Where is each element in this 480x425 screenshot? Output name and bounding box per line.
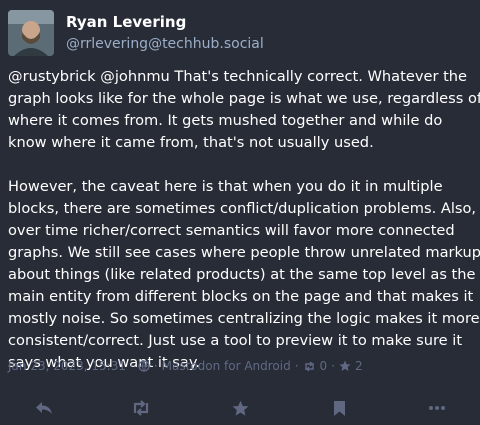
post-text-line: about things (like related products) at … xyxy=(8,266,476,283)
post-text-line: where it comes from. It gets mushed toge… xyxy=(8,112,443,129)
post-text-line: know where it came from, that's not usua… xyxy=(8,134,374,151)
boost-icon xyxy=(133,400,149,416)
post-text-line: over time richer/correct semantics will … xyxy=(8,222,455,239)
reply-button[interactable] xyxy=(34,398,54,418)
post-text-line: graph looks like for the whole page is w… xyxy=(8,90,480,107)
avatar[interactable] xyxy=(8,10,54,56)
more-button[interactable] xyxy=(427,398,447,418)
account-handle[interactable]: @rrlevering@techhub.social xyxy=(66,36,264,52)
globe-icon xyxy=(138,360,150,372)
bookmark-icon xyxy=(333,400,345,416)
more-icon xyxy=(429,406,445,410)
meta-separator: · xyxy=(294,359,299,373)
post-content: @rustybrick @johnmu That's technically c… xyxy=(8,66,480,374)
boost-count: 0 xyxy=(319,359,328,373)
post-header: Ryan Levering @rrlevering@techhub.social xyxy=(8,10,472,56)
favourite-button[interactable] xyxy=(230,398,250,418)
star-icon xyxy=(232,400,248,416)
post-text-line: However, the caveat here is that when yo… xyxy=(8,178,443,195)
post-text-line: graphs. We still see cases where people … xyxy=(8,244,480,261)
post-text-line: consistent/correct. Just use a tool to p… xyxy=(8,332,463,349)
meta-separator: · xyxy=(129,359,134,373)
boost-icon xyxy=(303,361,316,372)
post-text-line: @rustybrick @johnmu That's technically c… xyxy=(8,68,468,85)
meta-separator: · xyxy=(331,359,336,373)
display-name[interactable]: Ryan Levering xyxy=(66,13,186,31)
boost-button[interactable] xyxy=(131,398,151,418)
star-icon xyxy=(339,360,351,372)
meta-separator: · xyxy=(153,359,158,373)
client-name[interactable]: Mastodon for Android xyxy=(162,359,291,373)
timestamp[interactable]: Jan 23, 2023, 15:31 xyxy=(8,359,126,373)
post-text-line: mostly noise. So sometimes centralizing … xyxy=(8,310,480,327)
reply-icon xyxy=(36,402,52,414)
action-bar xyxy=(0,392,480,425)
post-text-line: main entity from different blocks on the… xyxy=(8,288,474,305)
bookmark-button[interactable] xyxy=(329,398,349,418)
post-text-line: blocks, there are sometimes conflict/dup… xyxy=(8,200,477,217)
post-meta: Jan 23, 2023, 15:31 · · Mastodon for And… xyxy=(8,359,472,373)
favourite-count: 2 xyxy=(355,359,363,373)
